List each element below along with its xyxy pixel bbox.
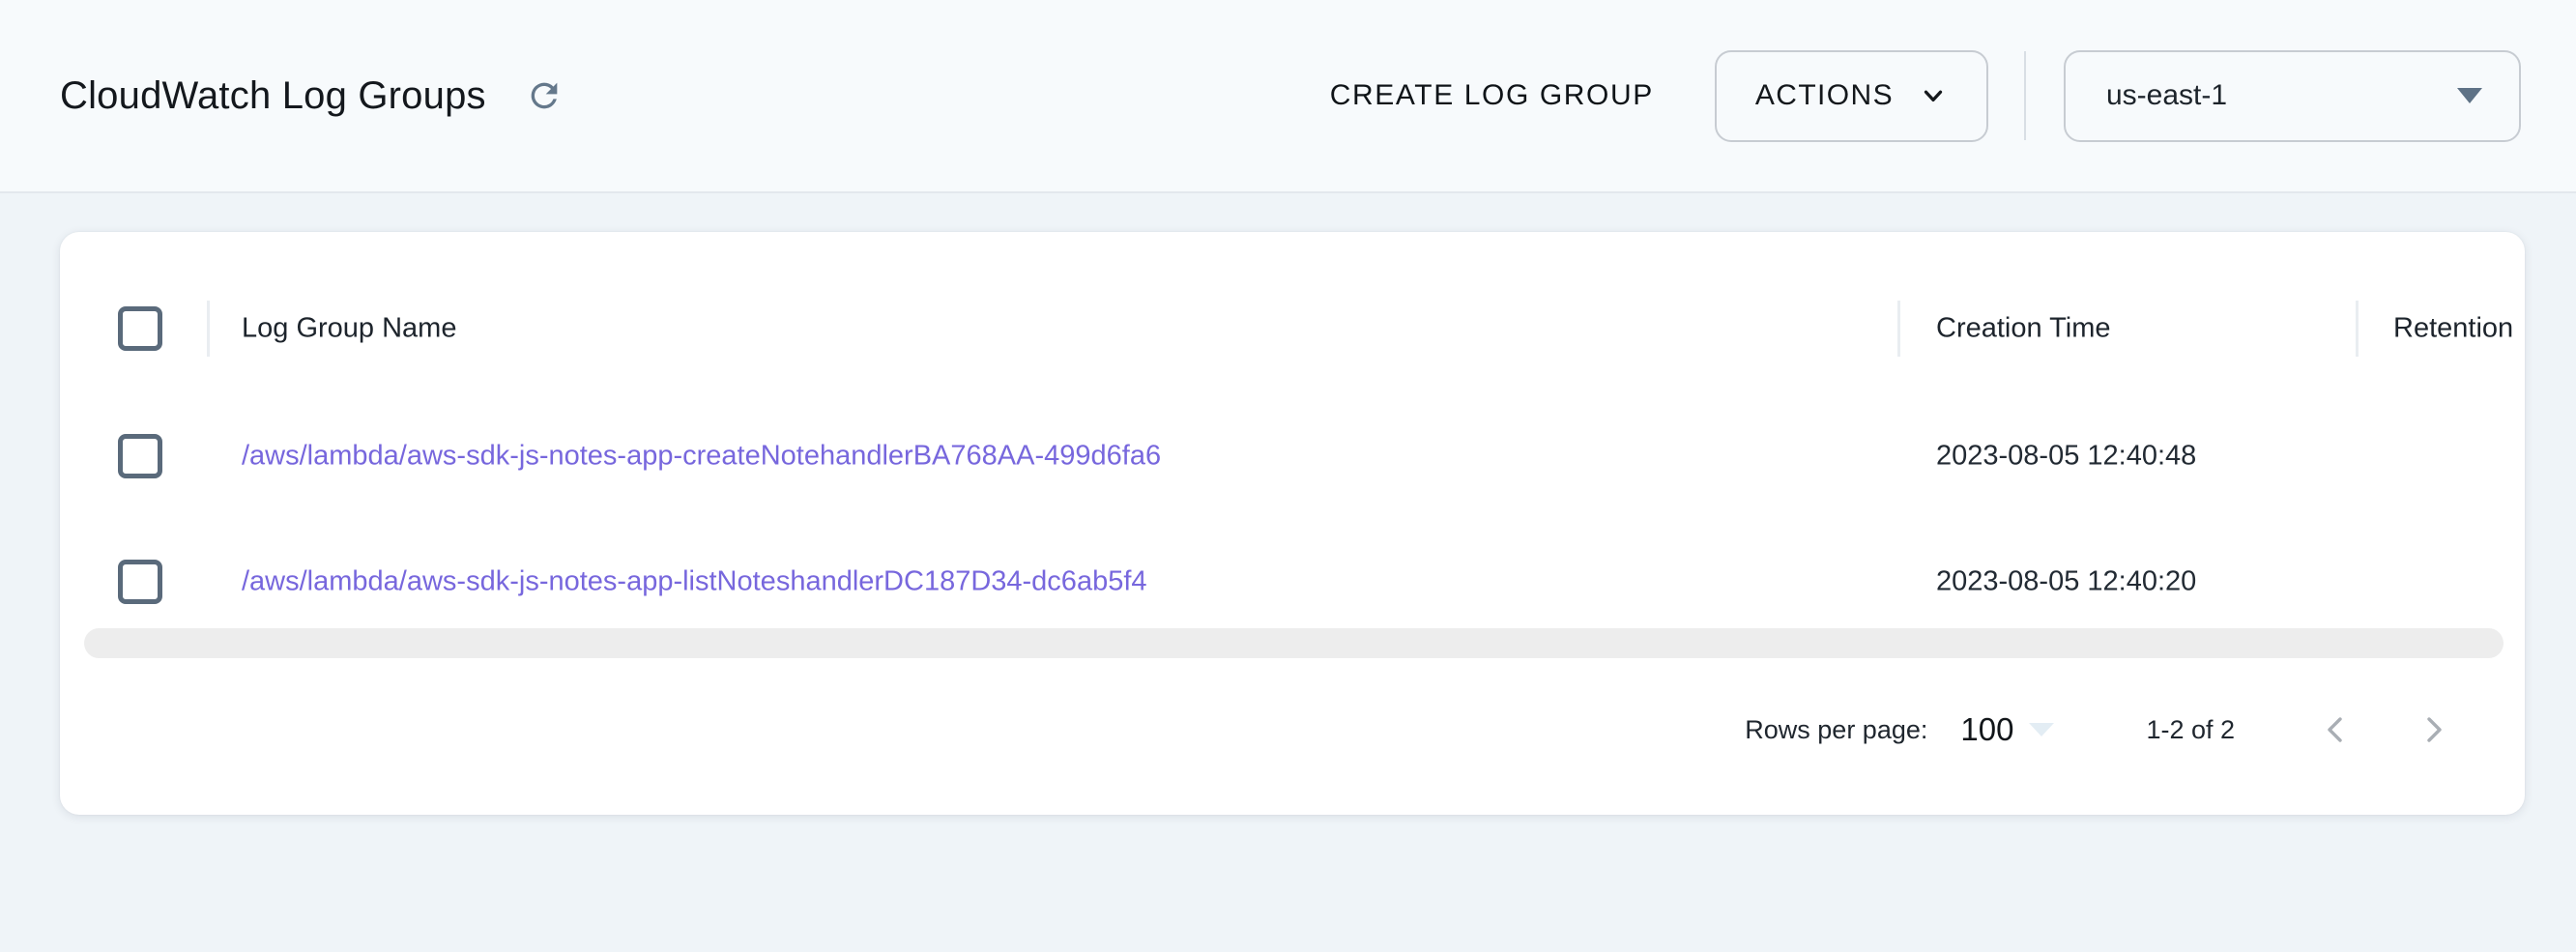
chevron-down-icon <box>1919 81 1948 110</box>
top-header-bar: CloudWatch Log Groups CREATE LOG GROUP A… <box>0 0 2576 193</box>
table-row: /aws/lambda/aws-sdk-js-notes-app-listNot… <box>60 519 2525 645</box>
log-group-link[interactable]: /aws/lambda/aws-sdk-js-notes-app-listNot… <box>242 566 1147 598</box>
column-divider <box>1897 301 1900 357</box>
table-row: /aws/lambda/aws-sdk-js-notes-app-createN… <box>60 393 2525 519</box>
vertical-divider <box>2024 51 2026 140</box>
triangle-down-icon <box>2029 723 2054 736</box>
horizontal-scrollbar[interactable] <box>84 628 2504 658</box>
chevron-left-icon <box>2316 710 2355 749</box>
rows-per-page-select[interactable]: 100 <box>1960 711 2054 748</box>
creation-time-value: 2023-08-05 12:40:48 <box>1936 441 2196 473</box>
column-header-creation-time: Creation Time <box>1936 313 2111 345</box>
column-header-retention: Retention <box>2393 313 2513 345</box>
region-selector[interactable]: us-east-1 <box>2064 50 2521 142</box>
creation-time-value: 2023-08-05 12:40:20 <box>1936 566 2196 598</box>
column-header-log-group-name: Log Group Name <box>242 313 456 345</box>
chevron-right-icon <box>2415 710 2453 749</box>
next-page-button[interactable] <box>2403 699 2465 761</box>
rows-per-page-value: 100 <box>1960 711 2013 748</box>
triangle-down-icon <box>2457 88 2482 103</box>
page-title: CloudWatch Log Groups <box>60 74 486 118</box>
column-divider <box>207 301 210 357</box>
pagination-range: 1-2 of 2 <box>2146 715 2235 745</box>
log-group-link[interactable]: /aws/lambda/aws-sdk-js-notes-app-createN… <box>242 441 1161 473</box>
column-divider <box>2356 301 2359 357</box>
create-log-group-button[interactable]: CREATE LOG GROUP <box>1320 60 1664 131</box>
actions-button-label: ACTIONS <box>1755 79 1894 112</box>
actions-dropdown-button[interactable]: ACTIONS <box>1715 50 1988 142</box>
select-all-checkbox[interactable] <box>118 306 162 351</box>
log-groups-card: Log Group Name Creation Time Retention /… <box>60 232 2525 815</box>
row-checkbox[interactable] <box>118 560 162 604</box>
rows-per-page-label: Rows per page: <box>1745 715 1927 745</box>
previous-page-button[interactable] <box>2304 699 2366 761</box>
table-header-row: Log Group Name Creation Time Retention <box>60 266 2525 391</box>
row-checkbox[interactable] <box>118 434 162 478</box>
region-selector-value: us-east-1 <box>2106 79 2227 112</box>
pagination-bar: Rows per page: 100 1-2 of 2 <box>1745 681 2465 778</box>
refresh-button[interactable] <box>521 72 567 119</box>
refresh-icon <box>525 76 564 115</box>
